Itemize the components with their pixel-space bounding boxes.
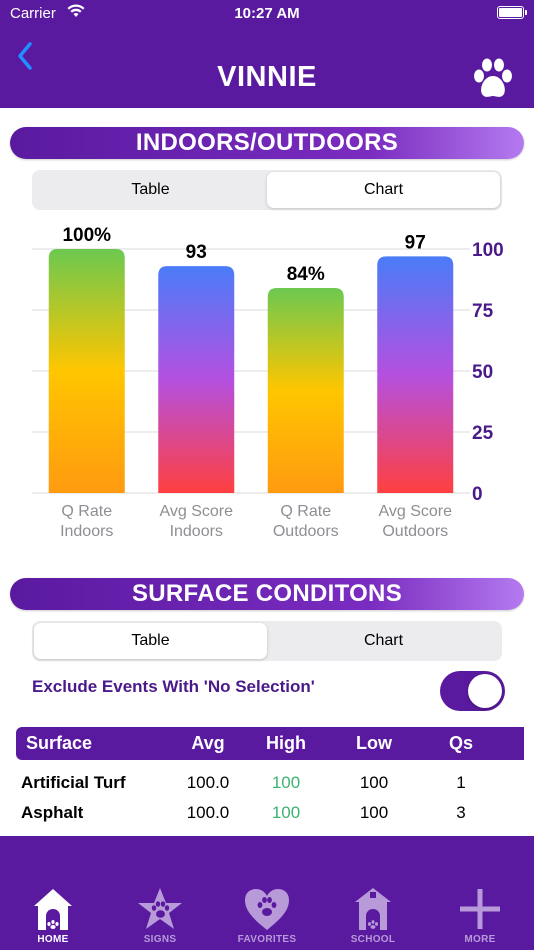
cell-high: 100 bbox=[271, 773, 301, 792]
exclude-no-selection-toggle[interactable] bbox=[440, 671, 505, 711]
tab-bar: HOME SIGNS FAVORITES SCHOOL MORE bbox=[0, 836, 534, 950]
cell-avg: 100.0 bbox=[186, 803, 230, 822]
battery-icon bbox=[497, 6, 527, 19]
surface-conditions-segmented-control: Table Chart bbox=[32, 621, 502, 661]
table-row[interactable]: Artificial Turf 100.0 100 100 1 bbox=[16, 768, 524, 798]
tab-label: HOME bbox=[37, 934, 69, 945]
paw-icon[interactable] bbox=[470, 56, 516, 102]
table-row[interactable]: Asphalt 100.0 100 100 3 bbox=[16, 798, 524, 828]
cell-qs: 3 bbox=[456, 803, 466, 822]
x-category-label: Indoors bbox=[170, 523, 223, 540]
toggle-knob bbox=[468, 674, 502, 708]
x-category-label: Avg Score bbox=[378, 503, 452, 520]
tab-label: MORE bbox=[464, 934, 496, 945]
tab-home[interactable]: HOME bbox=[13, 886, 93, 945]
navigation-bar: VINNIE bbox=[0, 28, 534, 108]
bar[interactable] bbox=[377, 256, 454, 493]
schoolhouse-icon bbox=[355, 888, 391, 930]
y-tick-label: 25 bbox=[472, 423, 494, 444]
tab-label: FAVORITES bbox=[237, 934, 297, 945]
clock: 10:27 AM bbox=[234, 5, 300, 22]
x-category-label: Outdoors bbox=[382, 523, 448, 540]
section-header-indoors-outdoors: INDOORS/OUTDOORS bbox=[10, 127, 524, 159]
indoors-outdoors-segmented-control: Table Chart bbox=[32, 170, 502, 210]
column-header-surface: Surface bbox=[26, 733, 93, 753]
column-header-high: High bbox=[266, 733, 306, 753]
tab-label: SCHOOL bbox=[350, 934, 396, 945]
y-tick-label: 75 bbox=[472, 301, 494, 322]
cell-surface: Asphalt bbox=[21, 803, 84, 822]
bar-value-label: 93 bbox=[186, 242, 207, 263]
segment-table[interactable]: Table bbox=[34, 623, 267, 659]
x-category-label: Avg Score bbox=[159, 503, 233, 520]
table-header: Surface Avg High Low Qs bbox=[16, 727, 524, 760]
status-bar: Carrier 10:27 AM bbox=[0, 0, 534, 28]
tab-more[interactable]: MORE bbox=[440, 886, 520, 945]
segment-chart[interactable]: Chart bbox=[267, 623, 500, 659]
exclude-no-selection-label: Exclude Events With 'No Selection' bbox=[32, 677, 315, 696]
segment-table[interactable]: Table bbox=[34, 172, 267, 208]
x-category-label: Q Rate bbox=[61, 503, 112, 520]
y-tick-label: 100 bbox=[472, 240, 504, 261]
paw-heart-icon bbox=[245, 889, 289, 930]
segment-chart[interactable]: Chart bbox=[267, 172, 500, 208]
cell-high: 100 bbox=[271, 803, 301, 822]
x-category-label: Outdoors bbox=[273, 523, 339, 540]
cell-surface: Artificial Turf bbox=[21, 773, 126, 792]
y-tick-label: 0 bbox=[472, 484, 483, 505]
bar[interactable] bbox=[267, 288, 344, 493]
bar[interactable] bbox=[158, 266, 235, 493]
y-tick-label: 50 bbox=[472, 362, 493, 383]
column-header-avg: Avg bbox=[191, 733, 225, 753]
bar-value-label: 97 bbox=[405, 232, 426, 253]
tab-signs[interactable]: SIGNS bbox=[120, 886, 200, 945]
tab-label: SIGNS bbox=[143, 934, 177, 945]
bar-value-label: 100% bbox=[62, 225, 111, 246]
cell-low: 100 bbox=[359, 803, 389, 822]
bar-value-label: 84% bbox=[287, 264, 325, 285]
x-category-label: Q Rate bbox=[280, 503, 331, 520]
cell-qs: 1 bbox=[456, 773, 466, 792]
bar-chart: 0 25 50 75 100 100% Q Rate Indoors 93 Avg Score In… bbox=[32, 225, 504, 540]
doghouse-icon bbox=[34, 889, 72, 930]
paw-star-icon bbox=[138, 888, 182, 929]
section-header-surface-conditions: SURFACE CONDITONS bbox=[10, 578, 524, 610]
page-title: VINNIE bbox=[217, 61, 317, 93]
cell-low: 100 bbox=[359, 773, 389, 792]
indoors-outdoors-chart: 0 25 50 75 100 100% Q Rate Indoors 93 Avg Score In… bbox=[0, 215, 534, 555]
tab-favorites[interactable]: FAVORITES bbox=[227, 886, 307, 945]
cell-avg: 100.0 bbox=[186, 773, 230, 792]
plus-icon bbox=[460, 889, 500, 929]
column-header-low: Low bbox=[356, 733, 392, 753]
bar[interactable] bbox=[48, 249, 125, 493]
x-category-label: Indoors bbox=[60, 523, 113, 540]
tab-school[interactable]: SCHOOL bbox=[333, 886, 413, 945]
column-header-qs: Qs bbox=[448, 733, 473, 753]
